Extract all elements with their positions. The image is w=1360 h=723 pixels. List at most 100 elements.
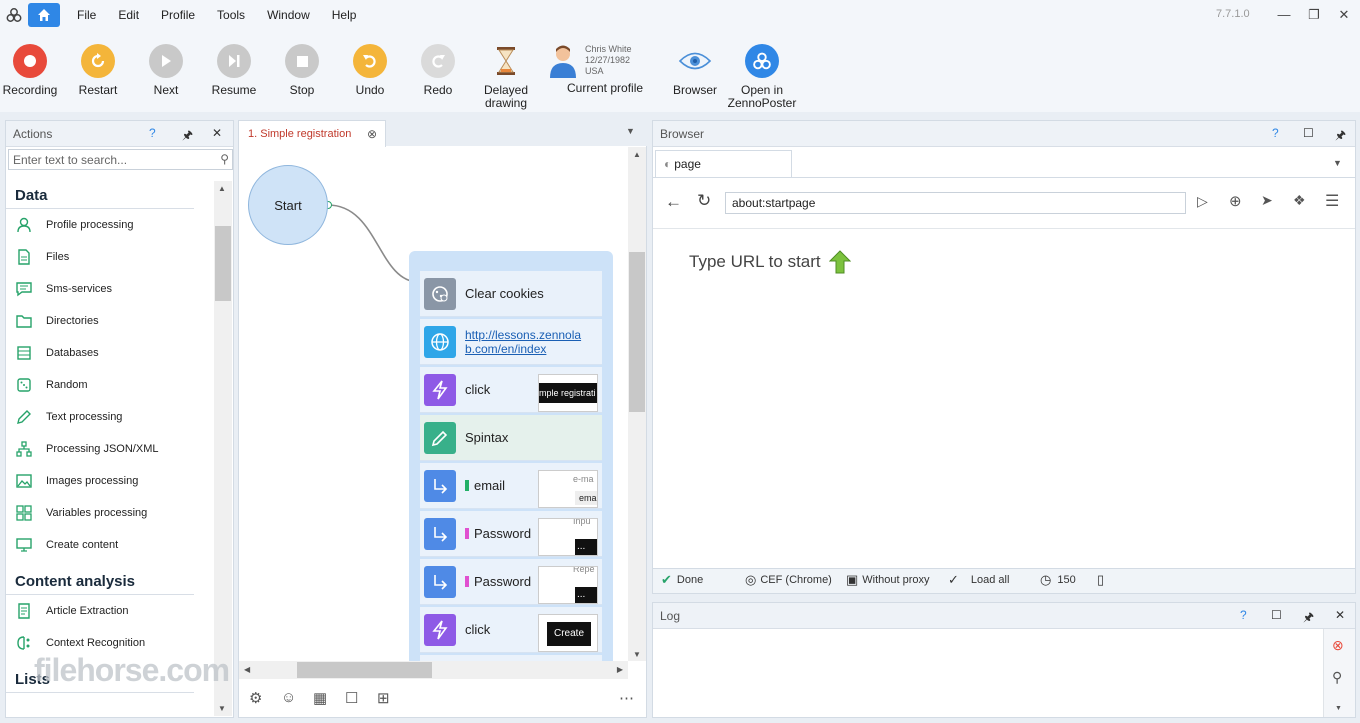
category-data[interactable]: Data: [6, 181, 194, 209]
action-sms-services[interactable]: Sms-services: [6, 273, 214, 305]
scroll-down-icon[interactable]: ▼: [1335, 705, 1342, 712]
tab-simple-registration[interactable]: 1. Simple registration ⊗: [238, 120, 386, 147]
node-label: Password: [474, 526, 532, 541]
action-random[interactable]: Random: [6, 369, 214, 401]
resume-button[interactable]: Resume: [199, 44, 269, 97]
recording-label: Recording: [2, 83, 58, 97]
recording-button[interactable]: Recording: [0, 44, 65, 97]
close-tab-icon[interactable]: ⊗: [367, 127, 377, 141]
actions-scrollbar[interactable]: ▲ ▼: [214, 181, 232, 716]
avatar: [549, 44, 577, 81]
action-processing-json-xml[interactable]: Processing JSON/XML: [6, 433, 214, 465]
action-images-processing[interactable]: Images processing: [6, 465, 214, 497]
pin-icon[interactable]: 🖈: [1335, 126, 1346, 147]
restart-icon: [81, 44, 115, 78]
maximize-icon[interactable]: ❐: [1306, 7, 1322, 23]
pin-icon[interactable]: 🖈: [182, 126, 193, 147]
canvas-horizontal-scrollbar[interactable]: ◀ ▶: [239, 661, 628, 679]
help-icon[interactable]: ?: [1272, 126, 1279, 140]
action-files[interactable]: Files: [6, 241, 214, 273]
profile-name: Chris White: [585, 44, 632, 54]
pin-icon[interactable]: 🖈: [1303, 608, 1314, 629]
lock-icon[interactable]: ☐: [345, 689, 358, 707]
node-click[interactable]: click mple registrati: [420, 367, 602, 413]
url-input[interactable]: about:startpage: [725, 192, 1186, 214]
action-label: Text processing: [46, 411, 123, 423]
node-click-create[interactable]: click Create: [420, 607, 602, 653]
node-password-repeat[interactable]: Password Repe...: [420, 559, 602, 605]
add-icon[interactable]: ⊕: [1229, 192, 1242, 210]
restart-button[interactable]: Restart: [63, 44, 133, 97]
user-icon[interactable]: ☺: [281, 689, 296, 706]
search-icon[interactable]: ⚲: [220, 152, 229, 166]
node-url-link[interactable]: http://lessons.zennola b.com/en/index: [465, 328, 581, 356]
help-icon[interactable]: ?: [1240, 608, 1247, 622]
status-timeout[interactable]: ◷ 150: [1040, 572, 1076, 588]
close-icon[interactable]: ✕: [1336, 7, 1352, 23]
actions-search-input[interactable]: Enter text to search... ⚲: [8, 149, 233, 170]
browser-tab-label: page: [674, 157, 701, 171]
canvas-vertical-scrollbar[interactable]: ▲ ▼: [628, 147, 646, 661]
action-databases[interactable]: Databases: [6, 337, 214, 369]
reload-icon[interactable]: ↻: [697, 191, 711, 211]
category-content-analysis[interactable]: Content analysis: [6, 567, 194, 595]
action-text-processing[interactable]: Text processing: [6, 401, 214, 433]
menu-profile[interactable]: Profile: [150, 8, 206, 22]
tabs-dropdown-icon[interactable]: ▼: [626, 126, 635, 136]
mouse-icon[interactable]: ▯: [1097, 572, 1104, 588]
action-label: Context Recognition: [46, 637, 146, 649]
menu-help[interactable]: Help: [321, 8, 368, 22]
back-icon[interactable]: ←: [665, 192, 682, 212]
minimize-icon[interactable]: —: [1276, 7, 1292, 22]
open-zennoposter-button[interactable]: Open in ZennoPoster: [727, 44, 797, 110]
grid-icon[interactable]: ▦: [313, 689, 327, 707]
action-directories[interactable]: Directories: [6, 305, 214, 337]
cursor-icon[interactable]: ➤: [1261, 192, 1273, 209]
node-password[interactable]: Password Inpu...: [420, 511, 602, 557]
status-done: ✔ Done: [661, 572, 704, 587]
menu-tools[interactable]: Tools: [206, 8, 256, 22]
browser-tab-page[interactable]: ◐ page: [655, 150, 792, 177]
add-block-icon[interactable]: ⊞: [377, 689, 390, 707]
node-navigate-url[interactable]: http://lessons.zennola b.com/en/index: [420, 319, 602, 365]
extension-icon[interactable]: ❖: [1293, 192, 1306, 209]
browser-button[interactable]: Browser: [660, 44, 730, 97]
menu-icon[interactable]: ☰: [1325, 191, 1339, 211]
status-proxy[interactable]: ▣ Without proxy: [846, 572, 930, 588]
profile-dob: 12/27/1982: [585, 55, 631, 65]
browser-tabs-dropdown-icon[interactable]: ▼: [1333, 158, 1342, 168]
delayed-drawing-button[interactable]: Delayed drawing: [471, 44, 541, 110]
status-load-all[interactable]: ✓ Load all: [948, 572, 1009, 588]
next-button[interactable]: Next: [131, 44, 201, 97]
redo-button[interactable]: Redo: [403, 44, 473, 97]
maximize-panel-icon[interactable]: ☐: [1271, 608, 1282, 622]
node-clear-cookies[interactable]: Clear cookies: [420, 271, 602, 317]
start-node[interactable]: Start: [248, 165, 328, 245]
menu-edit[interactable]: Edit: [107, 8, 150, 22]
action-article-extraction[interactable]: Article Extraction: [6, 595, 214, 627]
stop-button[interactable]: Stop: [267, 44, 337, 97]
node-email[interactable]: email e-ma ema: [420, 463, 602, 509]
action-create-content[interactable]: Create content: [6, 529, 214, 561]
home-button[interactable]: [28, 3, 60, 27]
undo-button[interactable]: Undo: [335, 44, 405, 97]
node-spintax[interactable]: Spintax: [420, 415, 602, 461]
more-icon[interactable]: ⋯: [619, 689, 634, 707]
action-profile-processing[interactable]: Profile processing: [6, 209, 214, 241]
close-panel-icon[interactable]: ✕: [1335, 608, 1345, 622]
status-engine[interactable]: ◎ CEF (Chrome): [745, 572, 832, 588]
lightning-icon: [424, 613, 456, 646]
clear-log-icon[interactable]: ⊗: [1332, 637, 1344, 654]
settings-icon[interactable]: ⚙: [249, 689, 262, 707]
tag-icon[interactable]: ⚲: [1332, 669, 1342, 686]
action-variables-processing[interactable]: Variables processing: [6, 497, 214, 529]
go-icon[interactable]: ▷: [1197, 193, 1208, 210]
menu-window[interactable]: Window: [256, 8, 321, 22]
eye-icon: [678, 44, 712, 78]
indicator: [465, 576, 469, 587]
menu-file[interactable]: File: [66, 8, 107, 22]
close-panel-icon[interactable]: ✕: [212, 126, 222, 140]
article-icon: [15, 602, 33, 620]
help-icon[interactable]: ?: [149, 126, 156, 140]
maximize-panel-icon[interactable]: ☐: [1303, 126, 1314, 140]
